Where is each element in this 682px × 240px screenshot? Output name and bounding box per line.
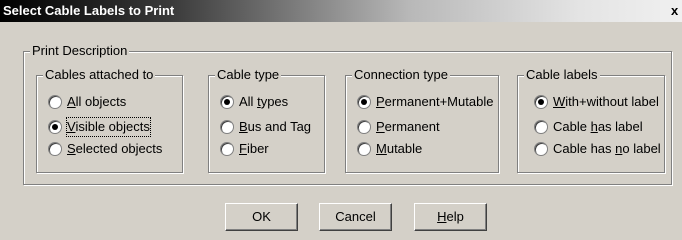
print-description-label: Print Description: [30, 43, 130, 59]
radio-label: Permanent+Mutable: [376, 94, 494, 109]
radio-label: Selected objects: [67, 141, 163, 156]
ok-button[interactable]: OK: [225, 203, 298, 231]
radio-label: With+without label: [553, 94, 659, 109]
radio-button[interactable]: [48, 120, 62, 134]
radio-button[interactable]: [357, 120, 371, 134]
radio-bus-and-tag[interactable]: Bus and Tag: [220, 118, 320, 136]
radio-mutable[interactable]: Mutable: [357, 140, 487, 158]
radio-cable-has-no-label[interactable]: Cable has no label: [534, 140, 664, 158]
connection-type-label: Connection type: [352, 67, 450, 83]
radio-button[interactable]: [534, 120, 548, 134]
radio-button[interactable]: [357, 95, 371, 109]
radio-label: Mutable: [376, 141, 423, 156]
radio-label: Cable has label: [553, 119, 643, 134]
radio-label: All types: [239, 94, 289, 109]
select-cable-labels-dialog: Select Cable Labels to Print x Print Des…: [0, 0, 682, 240]
radio-with-without-label[interactable]: With+without label: [534, 93, 664, 111]
radio-label: Fiber: [239, 141, 269, 156]
cancel-button-label: Cancel: [335, 209, 376, 224]
radio-all-objects[interactable]: All objects: [48, 93, 173, 111]
close-icon[interactable]: x: [671, 2, 682, 19]
help-button[interactable]: Help: [414, 203, 487, 231]
radio-button[interactable]: [357, 142, 371, 156]
radio-button[interactable]: [220, 142, 234, 156]
radio-button[interactable]: [48, 142, 62, 156]
radio-button[interactable]: [534, 95, 548, 109]
radio-fiber[interactable]: Fiber: [220, 140, 320, 158]
radio-button[interactable]: [220, 120, 234, 134]
radio-all-types[interactable]: All types: [220, 93, 320, 111]
cable-type-label: Cable type: [215, 67, 282, 83]
title-bar[interactable]: Select Cable Labels to Print x: [0, 0, 682, 22]
ok-button-label: OK: [252, 209, 271, 224]
radio-visible-objects[interactable]: Visible objects: [48, 117, 178, 137]
window-title: Select Cable Labels to Print: [3, 3, 175, 18]
radio-label: All objects: [67, 94, 127, 109]
radio-permanent[interactable]: Permanent: [357, 118, 487, 136]
radio-label: Permanent: [376, 119, 440, 134]
radio-selected-objects[interactable]: Selected objects: [48, 140, 178, 158]
cancel-button[interactable]: Cancel: [319, 203, 392, 231]
radio-cable-has-label[interactable]: Cable has label: [534, 118, 664, 136]
radio-button[interactable]: [48, 95, 62, 109]
radio-permanent-mutable[interactable]: Permanent+Mutable: [357, 93, 495, 111]
radio-label: Visible objects: [66, 117, 151, 137]
radio-label: Cable has no label: [553, 141, 661, 156]
cables-attached-to-label: Cables attached to: [43, 67, 156, 83]
help-button-label: Help: [437, 209, 464, 224]
radio-label: Bus and Tag: [239, 119, 312, 134]
radio-button[interactable]: [534, 142, 548, 156]
radio-button[interactable]: [220, 95, 234, 109]
cable-labels-label: Cable labels: [524, 67, 600, 83]
